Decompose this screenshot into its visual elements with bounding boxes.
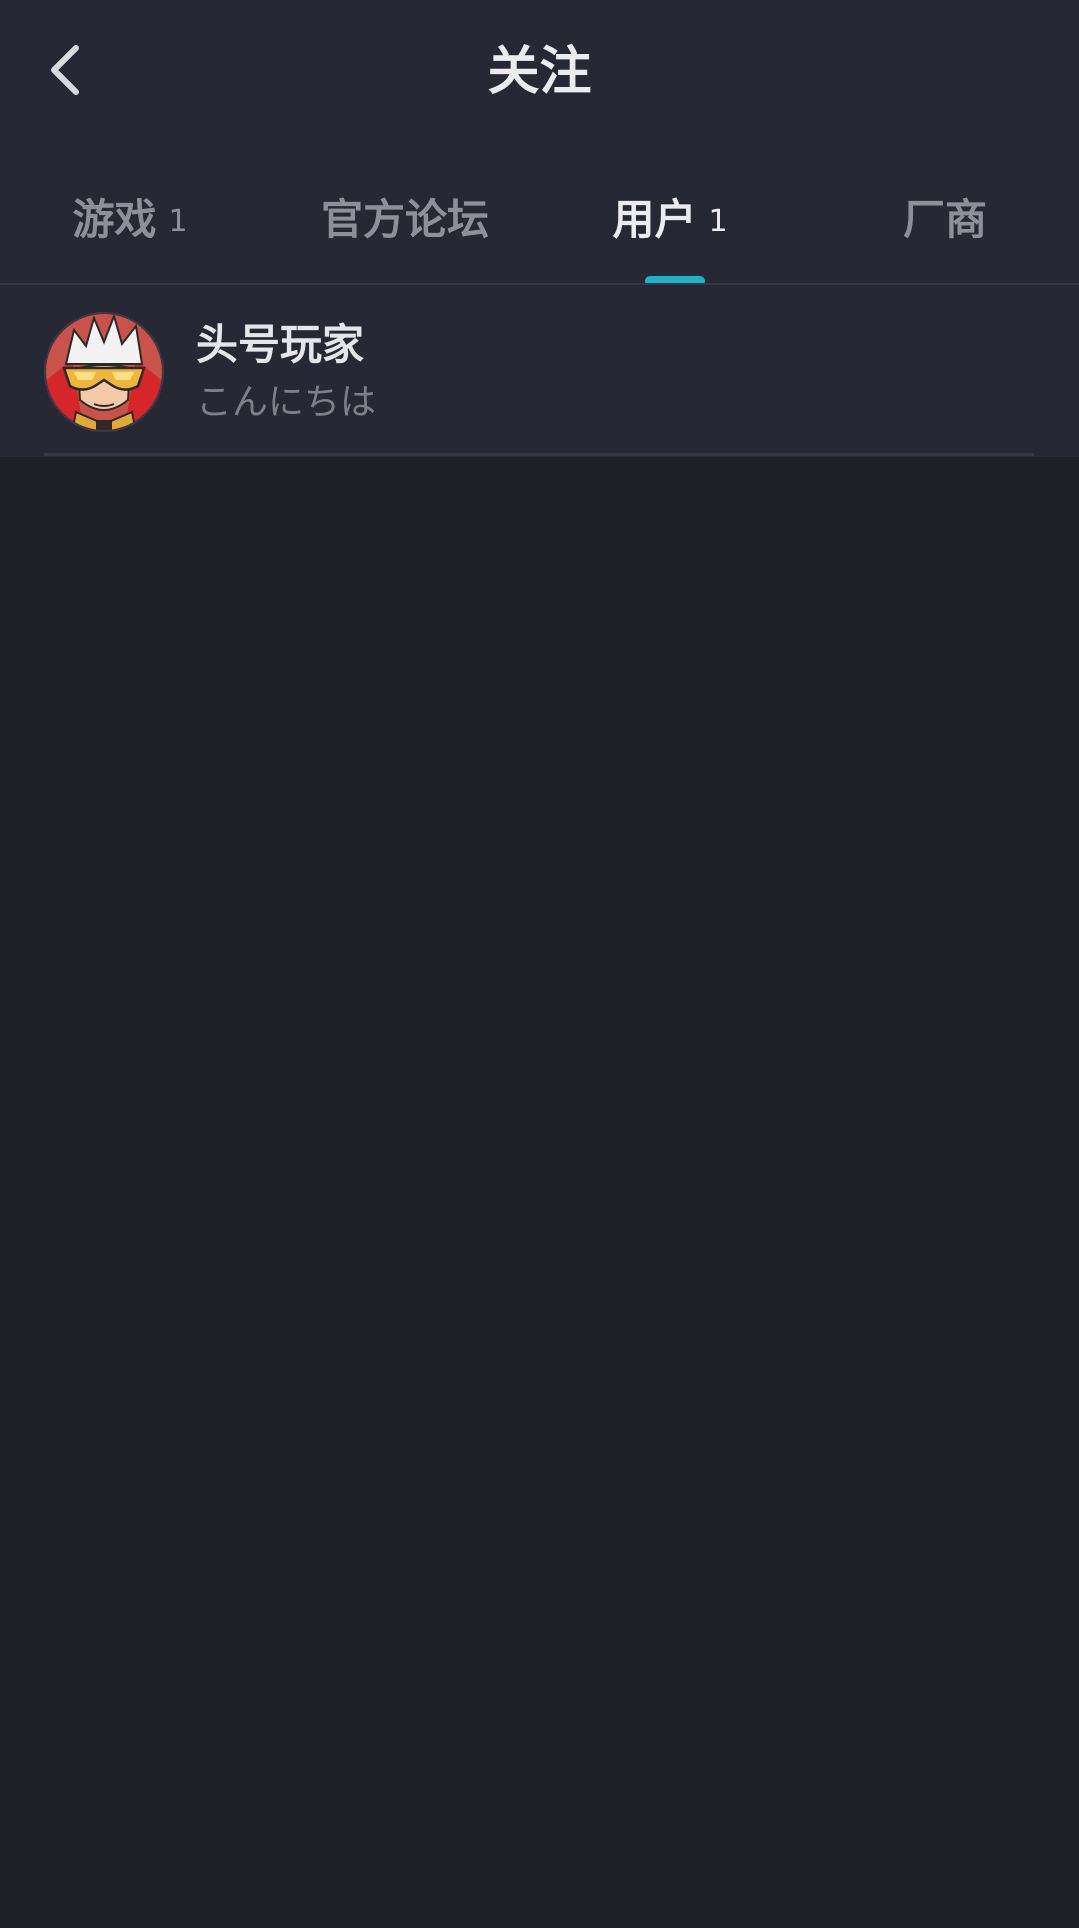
tab-games-label: 游戏 — [72, 195, 157, 244]
user-name: 头号玩家 — [196, 320, 365, 369]
tab-official-forum[interactable]: 官方论坛 — [270, 170, 540, 270]
avatar[interactable] — [44, 312, 164, 432]
tab-users-label: 用户 — [612, 195, 697, 244]
tab-users-count: 1 — [708, 204, 728, 239]
list-item[interactable]: 头号玩家 こんにちは — [0, 285, 1079, 457]
tab-vendors-label: 厂商 — [902, 195, 987, 244]
tab-vendors[interactable]: 厂商 — [810, 170, 1079, 270]
followed-users-list: 头号玩家 こんにちは — [0, 285, 1079, 457]
tab-bar: 游戏 1 官方论坛 用户 1 厂商 — [0, 170, 1079, 270]
page-title: 关注 — [487, 42, 592, 102]
item-divider — [44, 453, 1034, 456]
top-bar: 关注 游戏 1 官方论坛 用户 1 厂商 — [0, 0, 1079, 286]
tab-games[interactable]: 游戏 1 — [0, 170, 260, 270]
tab-official-forum-label: 官方论坛 — [320, 195, 489, 244]
avatar-icon — [44, 312, 164, 432]
user-bio: こんにちは — [196, 382, 377, 423]
tab-users[interactable]: 用户 1 — [540, 170, 800, 270]
tab-games-count: 1 — [168, 204, 188, 239]
